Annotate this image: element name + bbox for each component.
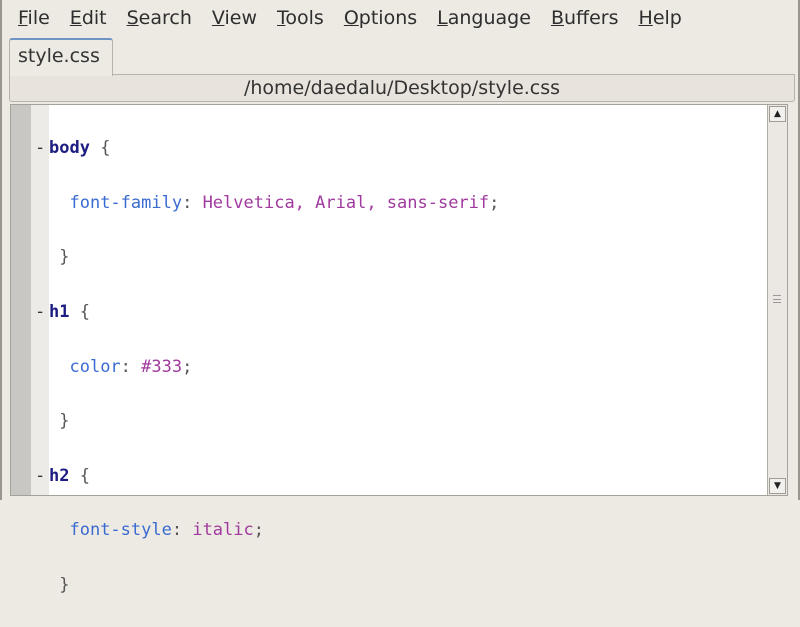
code-editor[interactable]: - body { font-family: Helvetica, Arial, s… bbox=[10, 104, 788, 595]
fold-collapse-icon[interactable]: - bbox=[35, 463, 45, 490]
fold-collapse-icon[interactable]: - bbox=[35, 135, 45, 162]
menu-search[interactable]: Search bbox=[127, 7, 192, 29]
code-line: } bbox=[59, 247, 70, 268]
code-line: - h1 { bbox=[35, 299, 499, 326]
tab-style-css[interactable]: style.css bbox=[9, 38, 113, 76]
menu-file[interactable]: File bbox=[18, 7, 50, 29]
vertical-scrollbar[interactable]: ▲ ▼ bbox=[767, 105, 787, 495]
menu-bar: File Edit Search View Tools Options Lang… bbox=[2, 0, 800, 36]
code-line: font-style: italic; bbox=[69, 520, 264, 541]
scroll-grip-icon[interactable] bbox=[773, 295, 781, 303]
code-line: - body { bbox=[35, 135, 499, 162]
code-line: - h2 { bbox=[35, 463, 499, 490]
code-line: color: #333; bbox=[69, 356, 193, 377]
menu-options[interactable]: Options bbox=[344, 7, 417, 29]
menu-buffers[interactable]: Buffers bbox=[551, 7, 619, 29]
line-gutter bbox=[11, 105, 31, 495]
code-text[interactable]: - body { font-family: Helvetica, Arial, s… bbox=[35, 108, 500, 627]
menu-help[interactable]: Help bbox=[639, 7, 682, 29]
code-line: font-family: Helvetica, Arial, sans-seri… bbox=[69, 192, 500, 213]
menu-tools[interactable]: Tools bbox=[277, 7, 324, 29]
menu-edit[interactable]: Edit bbox=[70, 7, 107, 29]
menu-view[interactable]: View bbox=[212, 7, 257, 29]
scroll-up-arrow-icon[interactable]: ▲ bbox=[769, 106, 786, 122]
code-line: } bbox=[59, 411, 70, 432]
file-path: /home/daedalu/Desktop/style.css bbox=[9, 74, 795, 102]
code-line: } bbox=[59, 575, 70, 596]
fold-collapse-icon[interactable]: - bbox=[35, 299, 45, 326]
scroll-down-arrow-icon[interactable]: ▼ bbox=[769, 478, 786, 494]
menu-language[interactable]: Language bbox=[437, 7, 531, 29]
